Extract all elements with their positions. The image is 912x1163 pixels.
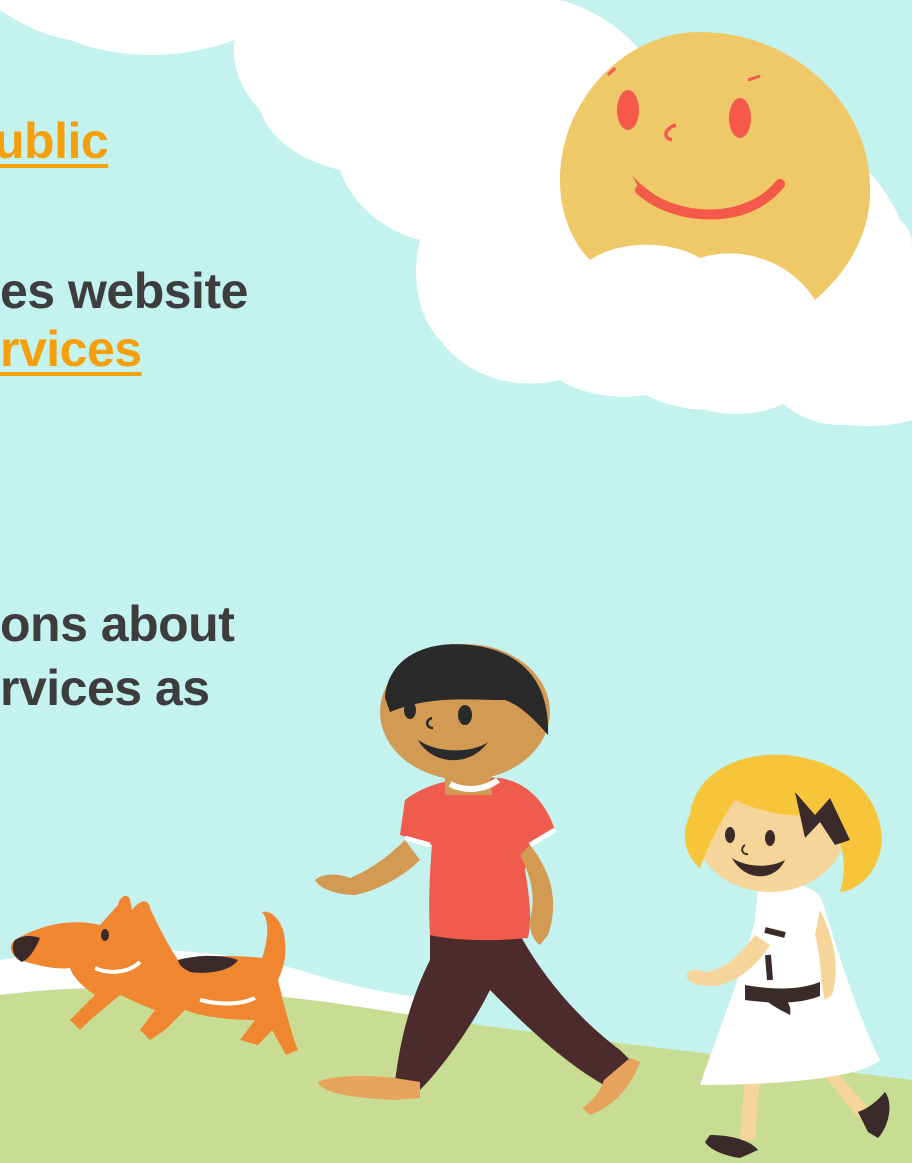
text-line-website: es website bbox=[0, 263, 248, 319]
link-public[interactable]: ublic bbox=[0, 112, 109, 170]
slide-canvas: ublic es website rvices ons about rvices… bbox=[0, 0, 912, 1163]
sun-eye-left-icon bbox=[617, 90, 639, 130]
sun-eye-right-icon bbox=[729, 98, 751, 138]
text-line-questions: ons about bbox=[0, 596, 235, 652]
illustration bbox=[0, 0, 912, 1163]
link-services[interactable]: rvices bbox=[0, 320, 142, 378]
text-line-services-as: rvices as bbox=[0, 660, 210, 716]
